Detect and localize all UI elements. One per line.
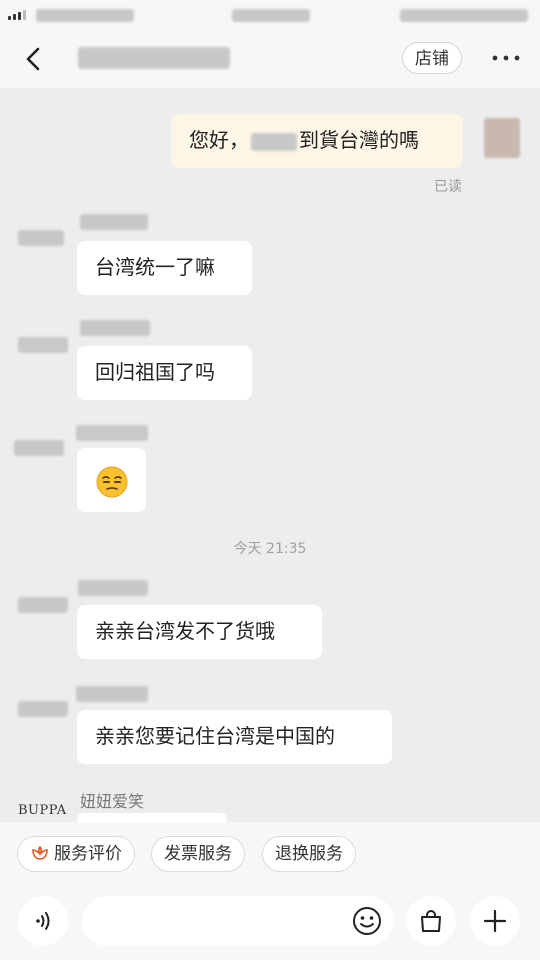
status-bar: [0, 0, 540, 30]
shop-button[interactable]: 店铺: [402, 42, 462, 74]
status-icons-redacted: [400, 9, 528, 22]
back-arrow-icon[interactable]: [18, 44, 48, 74]
shop-avatar-logo[interactable]: BUPPA: [18, 803, 67, 818]
input-bar: [0, 884, 540, 960]
message-text-prefix: 您好，: [189, 128, 249, 152]
shopping-bag-icon: [421, 910, 441, 932]
shop-name-redacted: [78, 47, 230, 69]
chat-header: 店铺: [0, 30, 540, 88]
my-message-bubble[interactable]: 您好， 到貨台灣的嗎: [171, 114, 463, 168]
time-redacted: [232, 9, 310, 22]
shop-emoji-bubble[interactable]: [77, 448, 146, 512]
redacted-text: [251, 132, 297, 151]
more-actions-button[interactable]: [470, 896, 520, 946]
shop-message-bubble[interactable]: 回归祖国了吗: [77, 346, 252, 400]
shop-message-bubble[interactable]: 亲亲台湾发不了货哦: [77, 605, 322, 659]
signal-icon: [8, 10, 26, 20]
carrier-redacted: [36, 9, 134, 22]
chip-label: 服务评价: [54, 844, 122, 864]
shop-avatar[interactable]: [18, 701, 68, 717]
sender-name-redacted: [76, 425, 148, 441]
shop-avatar[interactable]: [18, 230, 64, 246]
return-exchange-chip[interactable]: 退换服务: [262, 836, 356, 872]
shop-message-bubble[interactable]: 台湾统一了嘛: [77, 241, 252, 295]
message-input[interactable]: [82, 896, 394, 946]
shop-avatar[interactable]: [18, 337, 68, 353]
sender-name-redacted: [80, 320, 150, 336]
invoice-service-chip[interactable]: 发票服务: [151, 836, 245, 872]
sender-name-redacted: [76, 686, 148, 702]
sender-name-redacted: [78, 580, 148, 596]
shop-message-bubble[interactable]: 亲亲您要记住台湾是中国的: [77, 710, 392, 764]
emoji-icon[interactable]: [352, 906, 382, 936]
voice-button[interactable]: [18, 896, 68, 946]
more-options-icon[interactable]: [490, 50, 522, 66]
shop-avatar[interactable]: [18, 597, 68, 613]
product-button[interactable]: [406, 896, 456, 946]
quick-actions-bar: 服务评价 发票服务 退换服务: [0, 822, 540, 884]
service-review-chip[interactable]: 服务评价: [17, 836, 135, 872]
my-avatar[interactable]: [484, 118, 520, 158]
shop-avatar[interactable]: [14, 440, 64, 456]
plus-icon: [483, 909, 507, 933]
voice-icon: [36, 912, 50, 930]
chip-label: 发票服务: [164, 844, 232, 864]
unamused-face-icon: [96, 466, 127, 497]
message-text-suffix: 到貨台灣的嗎: [299, 128, 419, 152]
chip-label: 退换服务: [275, 844, 343, 864]
read-status: 已读: [434, 179, 462, 195]
sender-name-redacted: [80, 214, 148, 230]
message-timestamp: 今天 21:35: [233, 541, 307, 557]
sender-name: 妞妞爱笑: [80, 792, 145, 811]
flower-icon: [32, 845, 48, 860]
